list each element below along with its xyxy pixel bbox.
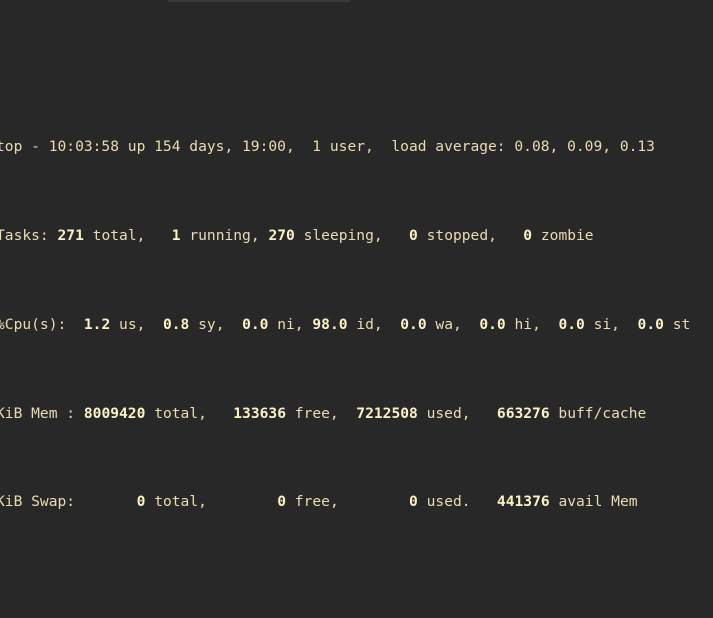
cpu-st-value: 0.0 — [637, 315, 664, 333]
tasks-label: Tasks: — [0, 227, 49, 245]
top-screen: top - 10:03:58 up 154 days, 19:00, 1 use… — [0, 3, 713, 618]
tasks-stopped-label: stopped, — [426, 227, 497, 245]
swap-label: KiB Swap: — [0, 493, 76, 511]
swap-line: KiB Swap: 0 total, 0 free, 0 used. 44137… — [0, 491, 713, 513]
tasks-sleeping-label: sleeping, — [303, 227, 383, 245]
tasks-running-label: running, — [189, 227, 260, 245]
cpu-si-label: si, — [593, 315, 620, 333]
cpu-st-label: st — [672, 315, 691, 333]
cpu-sy-value: 0.8 — [162, 315, 190, 333]
cpu-label: %Cpu(s): — [0, 315, 67, 333]
tasks-zombie-label: zombie — [540, 227, 594, 245]
cpu-id-value: 98.0 — [312, 315, 348, 333]
memory-buffcache-label: buff/cache — [558, 404, 647, 422]
cpu-line: %Cpu(s): 1.2 us, 0.8 sy, 0.0 ni, 98.0 id… — [0, 314, 713, 336]
memory-used-value: 7212508 — [356, 404, 418, 422]
cpu-us-label: us, — [119, 315, 146, 333]
scrolled-off-line-sliver — [168, 0, 350, 2]
tasks-total-value: 271 — [57, 227, 84, 245]
cpu-wa-value: 0.0 — [400, 315, 427, 333]
tasks-total-label: total, — [92, 227, 146, 245]
memory-total-value: 8009420 — [83, 404, 146, 422]
swap-total-label: total, — [154, 493, 207, 511]
cpu-sy-label: sy, — [198, 315, 225, 333]
swap-free-value: 0 — [277, 493, 286, 511]
memory-label: KiB Mem : — [0, 404, 76, 422]
swap-used-label: used. — [426, 493, 471, 511]
swap-used-value: 0 — [409, 493, 418, 511]
uptime-line: top - 10:03:58 up 154 days, 19:00, 1 use… — [0, 136, 713, 158]
tasks-running-value: 1 — [171, 227, 181, 245]
memory-total-label: total, — [154, 404, 207, 422]
cpu-ni-value: 0.0 — [242, 315, 269, 333]
tasks-stopped-value: 0 — [409, 227, 418, 245]
cpu-ni-label: ni, — [277, 315, 304, 333]
swap-avail-value: 441376 — [496, 493, 550, 511]
swap-avail-label: avail Mem — [558, 493, 638, 511]
memory-free-label: free, — [294, 404, 339, 422]
cpu-wa-label: wa, — [435, 315, 462, 333]
uptime-line-text: top - 10:03:58 up 154 days, 19:00, 1 use… — [0, 138, 655, 156]
summary-block: top - 10:03:58 up 154 days, 19:00, 1 use… — [0, 70, 713, 581]
cpu-id-label: id, — [356, 315, 383, 333]
swap-free-label: free, — [294, 493, 339, 511]
cpu-hi-value: 0.0 — [479, 315, 506, 333]
tasks-line: Tasks: 271 total, 1 running, 270 sleepin… — [0, 225, 713, 247]
memory-free-value: 133636 — [233, 404, 286, 422]
terminal-window[interactable]: top - 10:03:58 up 154 days, 19:00, 1 use… — [0, 0, 713, 618]
swap-total-value: 0 — [136, 493, 146, 511]
cpu-us-value: 1.2 — [83, 315, 111, 333]
memory-used-label: used, — [426, 404, 471, 422]
tasks-zombie-value: 0 — [523, 227, 533, 245]
memory-buffcache-value: 663276 — [496, 404, 550, 422]
cpu-hi-label: hi, — [514, 315, 541, 333]
tasks-sleeping-value: 270 — [268, 227, 295, 245]
memory-line: KiB Mem : 8009420 total, 133636 free, 72… — [0, 403, 713, 425]
cpu-si-value: 0.0 — [558, 315, 585, 333]
